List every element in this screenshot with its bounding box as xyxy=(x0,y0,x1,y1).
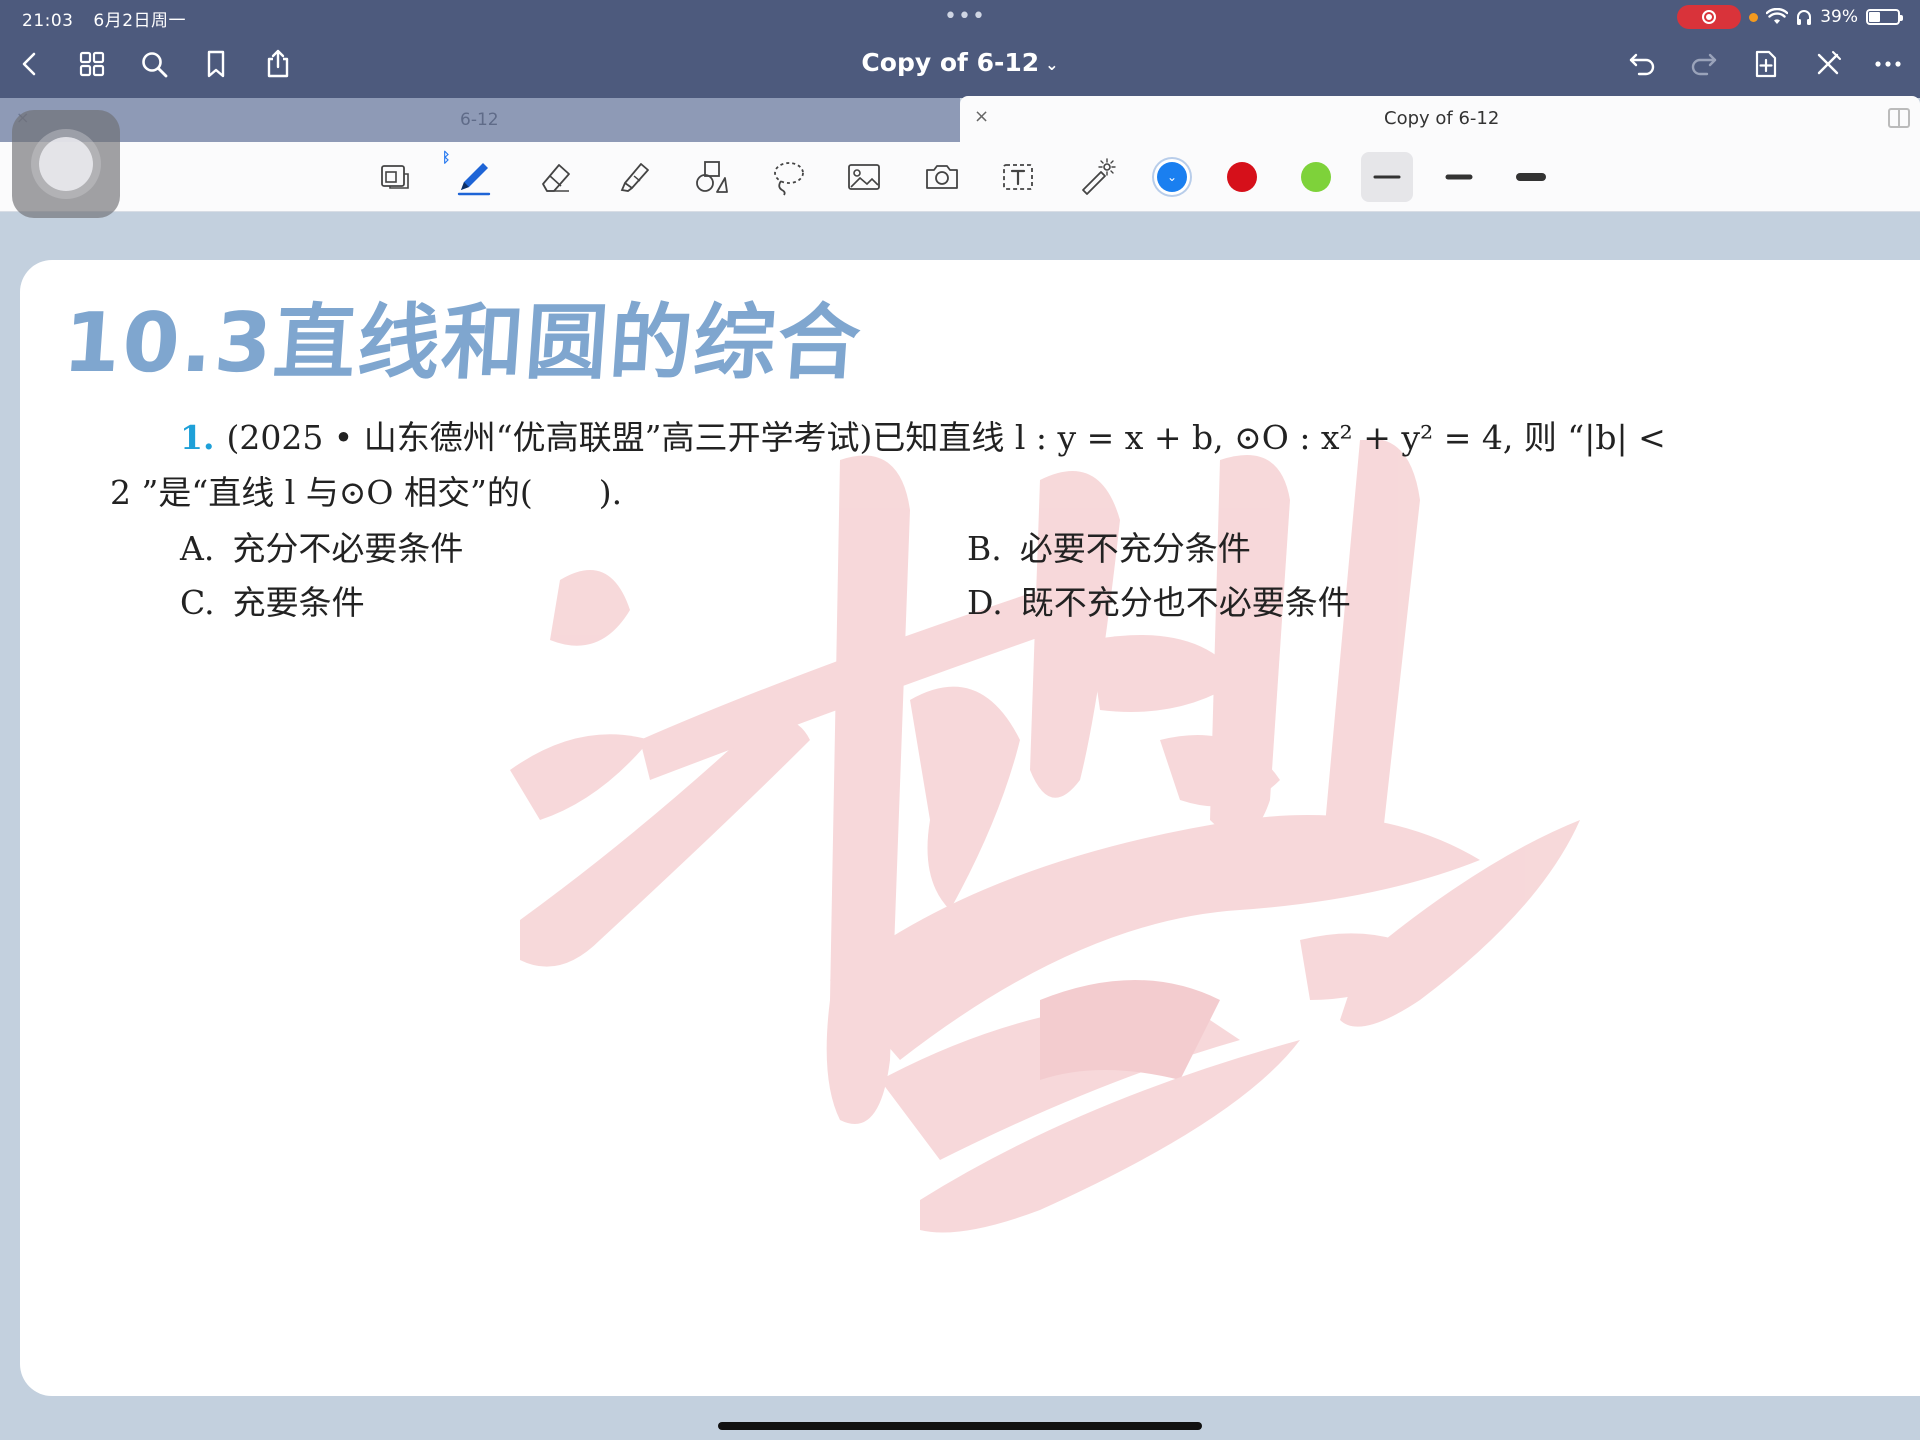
zoom-window-tool-icon[interactable] xyxy=(368,152,420,202)
share-icon[interactable] xyxy=(260,46,296,82)
tab-label: Copy of 6-12 xyxy=(1384,108,1500,129)
bluetooth-pencil-icon: ᛒ xyxy=(442,150,451,166)
question-1: 1. (2025 • 山东德州“优高联盟”高三开学考试)已知直线 l : y = … xyxy=(110,410,1760,520)
question-line-1: 1. (2025 • 山东德州“优高联盟”高三开学考试)已知直线 l : y = … xyxy=(110,410,1760,465)
tab-6-12[interactable]: × 6-12 xyxy=(0,98,960,142)
option-c: C. 充要条件 xyxy=(180,583,365,622)
color-blue-icon: ⌄ xyxy=(1157,162,1187,192)
top-bar: 21:03 6月2日周一 ••• 39% Copy of 6-12 ⌄ xyxy=(0,0,1920,98)
stroke-medium-icon xyxy=(1445,174,1473,180)
add-page-icon[interactable] xyxy=(1748,46,1784,82)
tab-label: 6-12 xyxy=(460,110,499,130)
stroke-thick-option[interactable] xyxy=(1505,152,1557,202)
grid-icon[interactable] xyxy=(74,46,110,82)
color-green-icon xyxy=(1301,162,1331,192)
laser-pointer-tool-icon[interactable] xyxy=(1070,152,1122,202)
highlighter-tool-icon[interactable] xyxy=(608,152,660,202)
eraser-tool-icon[interactable] xyxy=(530,152,582,202)
wifi-icon xyxy=(1766,8,1789,24)
document-page[interactable]: 10.3直线和圆的综合 1. (2025 • 山东德州“优高联盟”高三开学考试)已… xyxy=(20,260,1920,1396)
tab-close-icon[interactable]: × xyxy=(974,106,989,127)
color-green-swatch[interactable] xyxy=(1290,152,1342,202)
question-number: 1. xyxy=(180,418,215,457)
screen-recording-icon[interactable] xyxy=(1677,5,1742,29)
option-a: A. 充分不必要条件 xyxy=(180,529,464,568)
color-blue-swatch[interactable]: ⌄ xyxy=(1146,152,1198,202)
status-bar-left: 21:03 6月2日周一 xyxy=(22,6,200,31)
mic-indicator-icon xyxy=(1749,12,1759,22)
split-view-icon[interactable] xyxy=(1888,108,1910,128)
status-time: 21:03 xyxy=(22,11,74,31)
annotation-toolbar: ⌄ xyxy=(0,142,1920,212)
battery-icon xyxy=(1866,9,1903,25)
question-line-2: 2 ”是“直线 l 与⊙O 相交”的( ). xyxy=(110,473,623,512)
battery-percent: 39% xyxy=(1820,7,1858,27)
option-d: D. 既不充分也不必要条件 xyxy=(967,583,1351,622)
color-red-swatch[interactable] xyxy=(1216,152,1268,202)
bookmark-icon[interactable] xyxy=(198,46,234,82)
status-bar-right: 39% xyxy=(1677,5,1903,29)
camera-tool-icon[interactable] xyxy=(916,152,968,202)
stroke-thin-icon xyxy=(1373,175,1401,179)
search-icon[interactable] xyxy=(136,46,172,82)
assistive-touch-button[interactable] xyxy=(12,110,120,218)
close-pen-icon[interactable] xyxy=(1810,46,1846,82)
stroke-medium-option[interactable] xyxy=(1433,152,1485,202)
option-b: B. 必要不充分条件 xyxy=(967,529,1251,568)
stroke-thin-option[interactable] xyxy=(1361,152,1413,202)
back-icon[interactable] xyxy=(12,46,48,82)
text-tool-icon[interactable] xyxy=(992,152,1044,202)
color-red-icon xyxy=(1227,162,1257,192)
undo-icon[interactable] xyxy=(1624,46,1660,82)
status-date: 6月2日周一 xyxy=(93,11,187,31)
section-title: 10.3直线和圆的综合 xyxy=(60,296,866,391)
headphones-icon xyxy=(1797,10,1812,25)
question-stem-1: (2025 • 山东德州“优高联盟”高三开学考试)已知直线 l : y = x … xyxy=(226,418,1666,457)
pen-tool-icon[interactable] xyxy=(448,152,500,202)
tab-copy-of-6-12[interactable]: × Copy of 6-12 xyxy=(960,96,1920,142)
multitask-dots-icon[interactable]: ••• xyxy=(944,4,986,29)
page-bottom-gap xyxy=(0,1398,1920,1440)
home-indicator[interactable] xyxy=(718,1422,1202,1430)
stroke-thick-icon xyxy=(1516,173,1546,181)
more-icon[interactable] xyxy=(1870,46,1906,82)
redo-icon[interactable] xyxy=(1686,46,1722,82)
shapes-tool-icon[interactable] xyxy=(686,152,738,202)
document-title-menu[interactable]: Copy of 6-12 ⌄ xyxy=(861,48,1058,77)
image-tool-icon[interactable] xyxy=(838,152,890,202)
lasso-tool-icon[interactable] xyxy=(762,152,814,202)
